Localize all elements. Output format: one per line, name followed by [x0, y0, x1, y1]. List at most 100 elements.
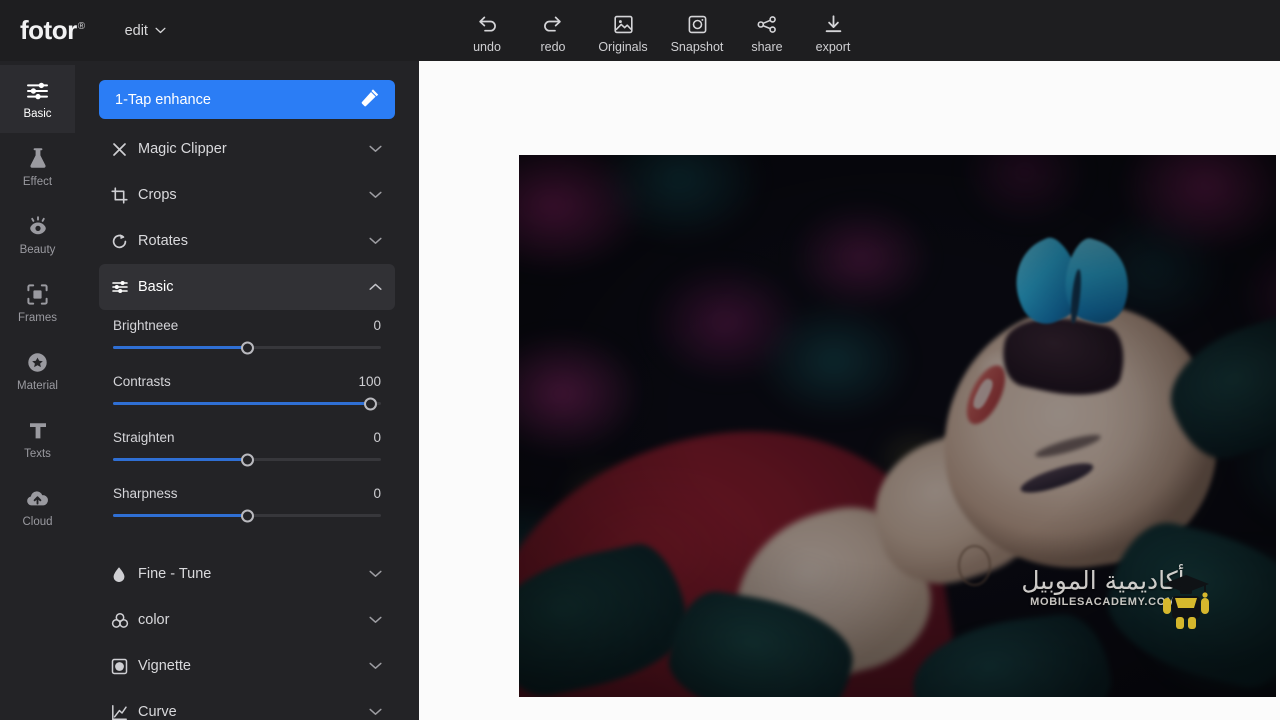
- droplet-icon: [111, 566, 133, 583]
- fotor-editor-window: fotor ® edit undo redo Originals Snapsho…: [0, 0, 1280, 720]
- row-basic[interactable]: Basic: [99, 264, 395, 310]
- slider-value-brightness: 0: [373, 318, 381, 333]
- one-tap-enhance-label: 1-Tap enhance: [115, 91, 211, 108]
- row-curve[interactable]: Curve: [99, 689, 395, 720]
- edit-menu[interactable]: edit: [125, 23, 166, 39]
- slider-fill: [113, 402, 371, 405]
- slider-header: Brightneee 0: [113, 318, 381, 333]
- color-mix-icon: [111, 612, 133, 629]
- chevron-down-icon: [369, 191, 382, 199]
- redo-icon: [542, 14, 564, 36]
- sliders-icon: [111, 279, 133, 295]
- share-button[interactable]: share: [734, 8, 800, 54]
- sliders-icon: [25, 79, 50, 103]
- row-label-curve: Curve: [138, 704, 177, 720]
- chevron-down-icon: [155, 27, 166, 34]
- row-crops[interactable]: Crops: [99, 172, 395, 218]
- slider-thumb-sharpness[interactable]: [240, 509, 254, 522]
- row-color[interactable]: color: [99, 597, 395, 643]
- row-label-magic-clipper: Magic Clipper: [138, 141, 227, 157]
- slider-sharpness: Sharpness 0: [113, 486, 381, 522]
- undo-label: undo: [473, 39, 501, 54]
- slider-thumb-straighten[interactable]: [240, 453, 254, 466]
- brand-name: fotor: [20, 15, 77, 45]
- slider-group: Brightneee 0 Contrasts 100 Straighten 0 …: [99, 310, 395, 522]
- slider-fill: [113, 514, 247, 517]
- panel-spacer: [99, 542, 395, 551]
- share-label: share: [751, 39, 783, 54]
- one-tap-enhance-button[interactable]: 1-Tap enhance: [99, 80, 395, 119]
- redo-button[interactable]: redo: [520, 8, 586, 54]
- watermark: أكاديمية الموبيل MOBILESACADEMY.COM: [1003, 568, 1209, 632]
- rail-item-beauty[interactable]: Beauty: [0, 201, 75, 269]
- undo-button[interactable]: undo: [454, 8, 520, 54]
- slider-track-contrast[interactable]: [113, 397, 381, 410]
- row-rotates[interactable]: Rotates: [99, 218, 395, 264]
- text-icon: [27, 419, 49, 443]
- rail-label-effect: Effect: [22, 175, 53, 188]
- slider-label-contrast: Contrasts: [113, 374, 171, 389]
- flask-icon: [27, 147, 49, 171]
- slider-brightness: Brightneee 0: [113, 318, 381, 354]
- row-magic-clipper[interactable]: Magic Clipper: [99, 126, 395, 172]
- slider-straighten: Straighten 0: [113, 430, 381, 466]
- basic-adjust-panel: 1-Tap enhance Magic Clipper Crops Rotate…: [75, 61, 419, 720]
- slider-thumb-brightness[interactable]: [240, 341, 254, 354]
- frame-icon: [26, 283, 49, 307]
- row-label-crops: Crops: [138, 187, 177, 203]
- canvas-area[interactable]: أكاديمية الموبيل MOBILESACADEMY.COM: [419, 61, 1280, 720]
- slider-track-straighten[interactable]: [113, 453, 381, 466]
- undo-icon: [476, 14, 498, 36]
- snapshot-label: Snapshot: [670, 39, 724, 54]
- rail-item-texts[interactable]: Texts: [0, 405, 75, 473]
- magic-wand-icon: [361, 88, 380, 111]
- chevron-down-icon: [369, 662, 382, 670]
- camera-icon: [687, 14, 708, 36]
- slider-value-sharpness: 0: [373, 486, 381, 501]
- rail-item-material[interactable]: Material: [0, 337, 75, 405]
- left-rail: Basic Effect Beauty Frames Material Text…: [0, 61, 75, 720]
- slider-fill: [113, 458, 247, 461]
- rail-label-frames: Frames: [18, 311, 57, 324]
- crop-icon: [111, 186, 133, 204]
- export-label: export: [815, 39, 851, 54]
- chevron-up-icon: [369, 283, 382, 291]
- slider-thumb-contrast[interactable]: [363, 397, 377, 410]
- slider-track-brightness[interactable]: [113, 341, 381, 354]
- graduate-android-icon: [1159, 572, 1213, 635]
- snapshot-button[interactable]: Snapshot: [660, 8, 734, 54]
- row-label-vignette: Vignette: [138, 658, 191, 674]
- originals-button[interactable]: Originals: [586, 8, 660, 54]
- cloud-icon: [25, 487, 50, 511]
- scissors-icon: [111, 141, 133, 158]
- row-vignette[interactable]: Vignette: [99, 643, 395, 689]
- rail-item-frames[interactable]: Frames: [0, 269, 75, 337]
- eye-icon: [26, 215, 50, 239]
- rail-item-basic[interactable]: Basic: [0, 65, 75, 133]
- slider-header: Sharpness 0: [113, 486, 381, 501]
- rail-item-cloud[interactable]: Cloud: [0, 473, 75, 541]
- sticker-icon: [26, 351, 49, 375]
- photo-content: أكاديمية الموبيل MOBILESACADEMY.COM: [519, 155, 1276, 697]
- rail-item-effect[interactable]: Effect: [0, 133, 75, 201]
- slider-track-sharpness[interactable]: [113, 509, 381, 522]
- chevron-down-icon: [369, 145, 382, 153]
- image-icon: [613, 14, 634, 36]
- slider-label-brightness: Brightneee: [113, 318, 179, 333]
- rail-label-cloud: Cloud: [22, 515, 53, 528]
- chevron-down-icon: [369, 237, 382, 245]
- app-logo[interactable]: fotor ®: [20, 15, 85, 46]
- slider-value-straighten: 0: [373, 430, 381, 445]
- registered-mark: ®: [77, 21, 85, 32]
- row-label-fine-tune: Fine - Tune: [138, 566, 212, 582]
- editor-body: Basic Effect Beauty Frames Material Text…: [0, 61, 1280, 720]
- edited-photo[interactable]: أكاديمية الموبيل MOBILESACADEMY.COM: [519, 155, 1276, 697]
- row-label-color: color: [138, 612, 170, 628]
- slider-header: Straighten 0: [113, 430, 381, 445]
- row-fine-tune[interactable]: Fine - Tune: [99, 551, 395, 597]
- rail-label-material: Material: [17, 379, 58, 392]
- chevron-down-icon: [369, 708, 382, 716]
- download-icon: [823, 14, 844, 36]
- slider-header: Contrasts 100: [113, 374, 381, 389]
- export-button[interactable]: export: [800, 8, 866, 54]
